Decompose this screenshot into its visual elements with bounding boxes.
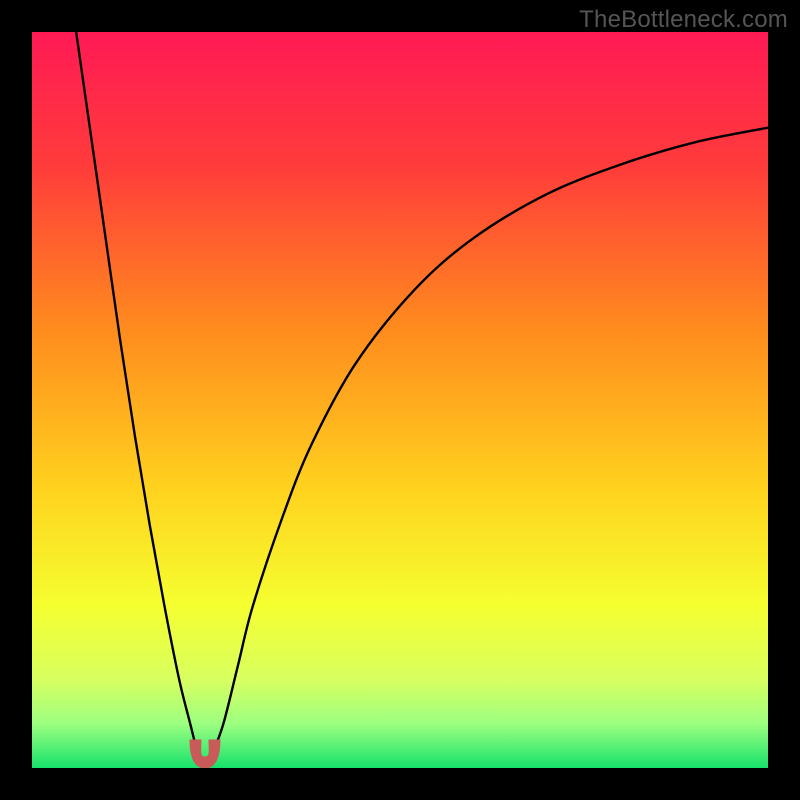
chart-frame: TheBottleneck.com: [0, 0, 800, 800]
bottleneck-chart-svg: [0, 0, 800, 800]
watermark-text: TheBottleneck.com: [579, 6, 788, 34]
plot-background-gradient: [32, 32, 768, 768]
